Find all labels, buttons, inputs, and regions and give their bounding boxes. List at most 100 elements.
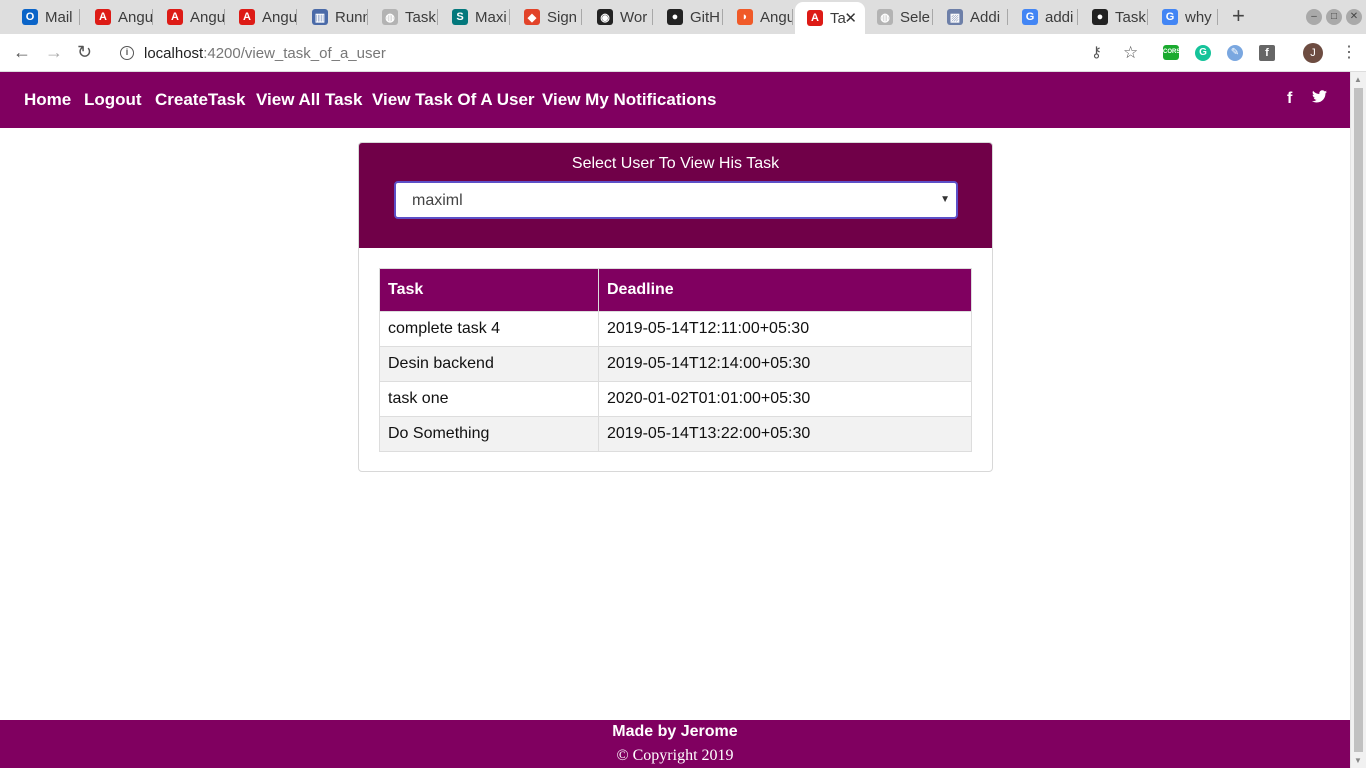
tab-separator <box>1217 9 1218 25</box>
url-path: :4200/view_task_of_a_user <box>203 44 386 62</box>
tab-separator <box>224 9 225 25</box>
reload-icon[interactable]: ↻ <box>77 41 92 63</box>
twitter-icon[interactable] <box>1312 90 1327 108</box>
task-name-cell: task one <box>379 381 599 417</box>
tab-separator <box>722 9 723 25</box>
bookmark-star-icon[interactable]: ☆ <box>1123 44 1138 61</box>
tab-title: Task <box>405 8 436 26</box>
table-header-row: Task Deadline <box>379 268 972 312</box>
tab-separator <box>296 9 297 25</box>
browser-toolbar: ← → ↻ i localhost :4200/view_task_of_a_u… <box>0 34 1366 72</box>
tab-separator <box>581 9 582 25</box>
nav-logout-link[interactable]: Logout <box>84 90 142 110</box>
browser-tab[interactable]: A Ta ✕ <box>795 2 865 34</box>
browser-tab[interactable]: S Maxi <box>440 4 510 30</box>
task-name-cell: complete task 4 <box>379 311 599 347</box>
google-icon: G <box>1162 9 1178 25</box>
browser-tab[interactable]: ◍ Task <box>370 4 438 30</box>
nav-view-task-of-user-link[interactable]: View Task Of A User <box>372 90 535 110</box>
cors-extension-icon[interactable]: CORS <box>1163 45 1180 60</box>
tab-title: Angu <box>760 8 793 26</box>
task-table: Task Deadline complete task 4 2019-05-14T… <box>379 268 972 452</box>
page-scrollbar[interactable]: ▲ ▼ <box>1350 72 1366 768</box>
facebook-icon[interactable]: f <box>1287 90 1292 108</box>
tab-close-icon[interactable]: ✕ <box>844 9 857 27</box>
deadline-cell: 2019-05-14T12:14:00+05:30 <box>598 346 972 382</box>
browser-tab[interactable]: ◉ Wor <box>585 4 653 30</box>
back-icon[interactable]: ← <box>13 41 31 63</box>
column-header-deadline: Deadline <box>598 268 972 312</box>
browser-tab[interactable]: O Mail <box>10 4 80 30</box>
task-name-cell: Do Something <box>379 416 599 452</box>
new-tab-button[interactable]: + <box>1232 5 1245 27</box>
tab-separator <box>932 9 933 25</box>
browser-tab[interactable]: ▥ Runn <box>300 4 368 30</box>
browser-tab[interactable]: Gaddi <box>1010 4 1078 30</box>
angular-icon: A <box>167 9 183 25</box>
tab-title: Angu <box>118 8 153 26</box>
nav-view-all-task-link[interactable]: View All Task <box>256 90 362 110</box>
panel-title: Select User To View His Task <box>571 155 780 172</box>
maximize-button[interactable]: □ <box>1326 9 1342 25</box>
browser-tab[interactable]: ● GitH <box>655 4 723 30</box>
tab-separator <box>1007 9 1008 25</box>
facebook-extension-icon[interactable]: f <box>1259 45 1275 61</box>
scroll-thumb[interactable] <box>1354 88 1363 752</box>
user-select[interactable]: maximl ▼ <box>394 181 958 219</box>
footer-copyright: © Copyright 2019 <box>616 747 734 764</box>
document-icon: ▥ <box>312 9 328 25</box>
browser-tab[interactable]: ● Task <box>1080 4 1148 30</box>
globe-icon: ◍ <box>877 9 893 25</box>
browser-tab[interactable]: ◍ Sele <box>865 4 933 30</box>
tab-title: Sign <box>547 8 578 26</box>
tab-title: Task <box>1115 8 1146 26</box>
tab-title: GitH <box>690 8 720 26</box>
tab-title: Sele <box>900 8 931 26</box>
tab-separator <box>437 9 438 25</box>
tab-separator <box>1077 9 1078 25</box>
wordpress-icon: ◉ <box>597 9 613 25</box>
browser-tab[interactable]: A Angu <box>155 4 225 30</box>
page-viewport: Home Logout CreateTask View All Task Vie… <box>0 72 1350 768</box>
gitlab-icon: ◆ <box>524 9 540 25</box>
key-icon[interactable]: ⚷ <box>1091 45 1102 61</box>
browser-tab[interactable]: ◗ Angu <box>725 4 793 30</box>
browser-tab[interactable]: Gwhy <box>1150 4 1218 30</box>
tab-title: Maxi <box>475 8 507 26</box>
scroll-up-icon[interactable]: ▲ <box>1354 75 1362 84</box>
forward-icon[interactable]: → <box>45 41 63 63</box>
outlook-icon: O <box>22 9 38 25</box>
deadline-cell: 2019-05-14T13:22:00+05:30 <box>598 416 972 452</box>
browser-tab[interactable]: A Angu <box>227 4 297 30</box>
tab-title: Mail <box>45 8 73 26</box>
panel-header: Select User To View His Task maximl ▼ <box>359 143 992 248</box>
site-info-icon[interactable]: i <box>120 46 134 60</box>
extension-icon[interactable]: ✎ <box>1227 45 1243 61</box>
github-icon: ● <box>1092 9 1108 25</box>
address-bar[interactable]: i localhost :4200/view_task_of_a_user <box>108 38 1152 68</box>
footer-title: Made by Jerome <box>612 723 738 740</box>
github-icon: ● <box>667 9 683 25</box>
profile-avatar[interactable]: J <box>1303 43 1323 63</box>
scroll-down-icon[interactable]: ▼ <box>1354 756 1362 765</box>
user-select-value: maximl <box>412 192 463 209</box>
image-icon: ▨ <box>947 9 963 25</box>
window-close-button[interactable]: ✕ <box>1346 9 1362 25</box>
deadline-cell: 2020-01-02T01:01:00+05:30 <box>598 381 972 417</box>
top-navbar: Home Logout CreateTask View All Task Vie… <box>0 72 1350 128</box>
menu-kebab-icon[interactable]: ⋮ <box>1341 45 1357 61</box>
globe-icon: ◍ <box>382 9 398 25</box>
grammarly-extension-icon[interactable]: G <box>1195 45 1211 61</box>
nav-view-notifications-link[interactable]: View My Notifications <box>542 90 716 110</box>
task-name-cell: Desin backend <box>379 346 599 382</box>
url-host: localhost <box>144 44 204 62</box>
tab-separator <box>367 9 368 25</box>
browser-tab[interactable]: ▨ Addi <box>935 4 1008 30</box>
browser-tab[interactable]: ◆ Sign <box>512 4 582 30</box>
browser-tab[interactable]: A Angu <box>83 4 153 30</box>
nav-create-task-link[interactable]: CreateTask <box>155 90 245 110</box>
tab-title: why <box>1185 8 1212 26</box>
minimize-button[interactable]: – <box>1306 9 1322 25</box>
tab-title: Wor <box>620 8 648 26</box>
nav-home-link[interactable]: Home <box>24 90 71 110</box>
